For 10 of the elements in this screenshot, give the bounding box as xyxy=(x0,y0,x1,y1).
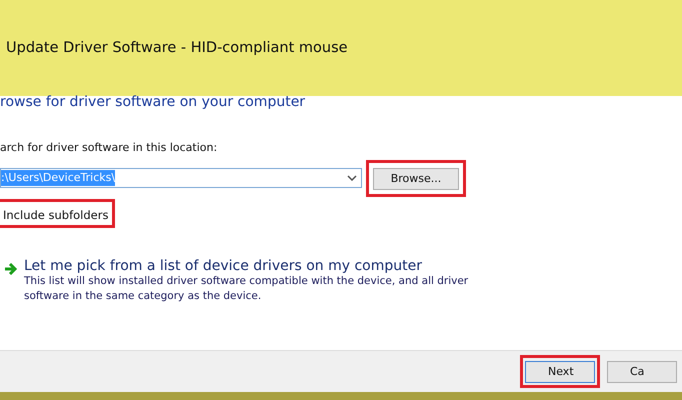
arrow-icon xyxy=(4,262,18,274)
location-label: arch for driver software in this location: xyxy=(0,141,218,154)
footer-button[interactable]: Next xyxy=(525,360,595,383)
window-title: Update Driver Software - HID-compliant mouse xyxy=(6,40,348,56)
option-description: This list will show installed driver software compatible with the device, and all driver software in the same category as the device. xyxy=(24,274,470,304)
footer-button[interactable]: Ca xyxy=(607,360,677,383)
page-heading: rowse for driver software on your computer xyxy=(0,94,306,110)
dropdown-caret-icon[interactable] xyxy=(347,175,357,182)
option-link[interactable]: Let me pick from a list of device drivers on my computer xyxy=(24,258,494,274)
browse-button[interactable]: Browse... xyxy=(373,168,459,190)
